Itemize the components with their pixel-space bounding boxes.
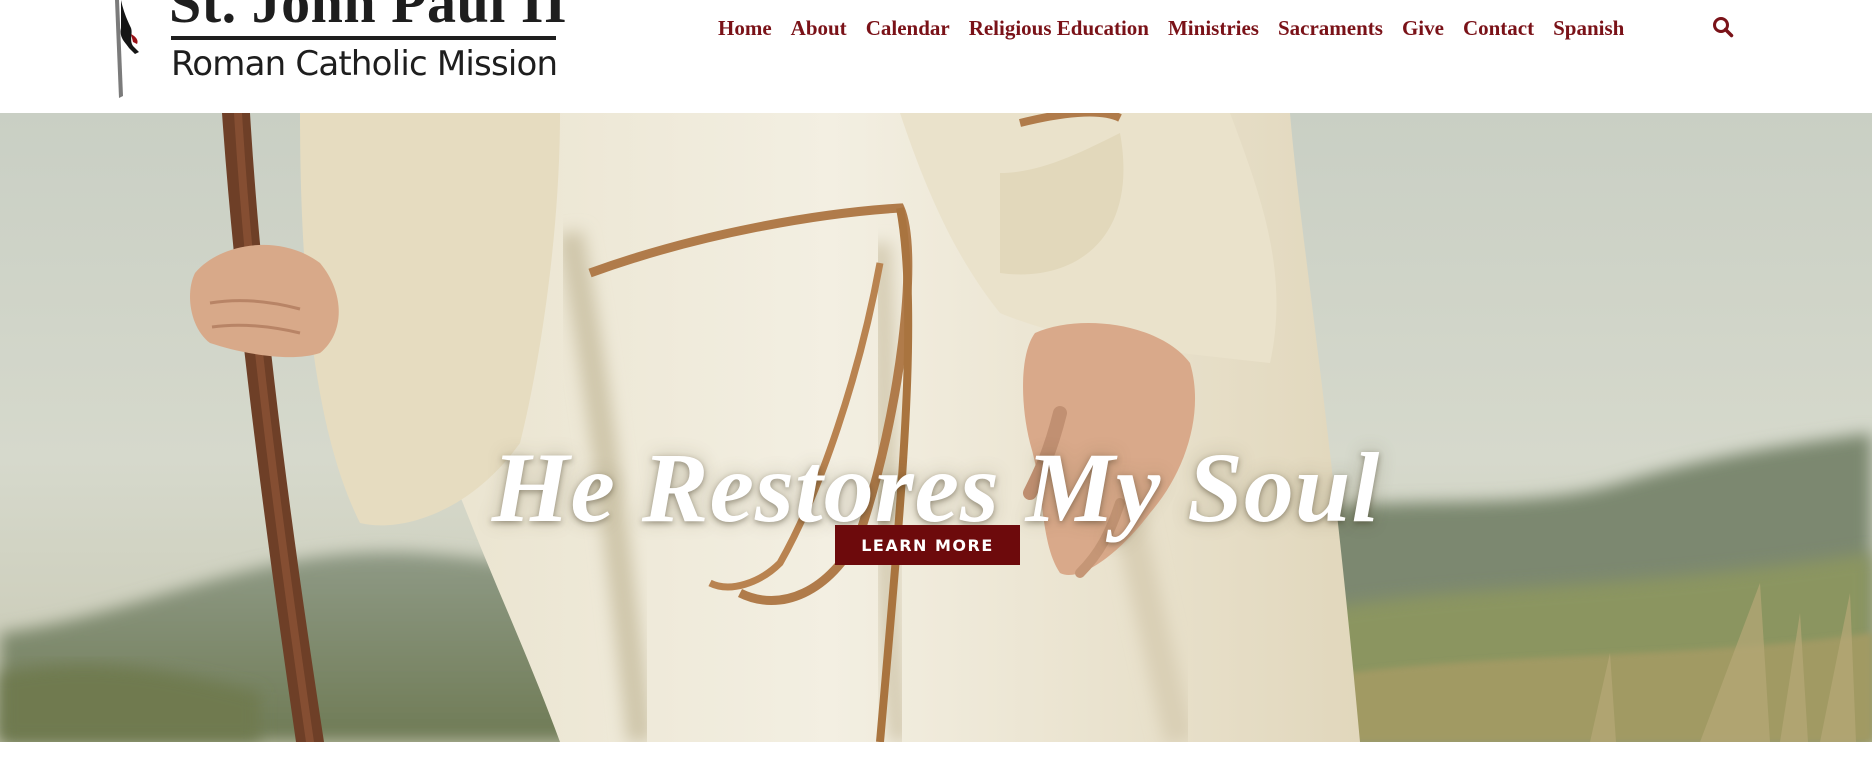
logo-divider (171, 36, 556, 40)
site-logo[interactable]: St. John Paul II Roman Catholic Mission (105, 0, 568, 105)
nav-sacraments[interactable]: Sacraments (1278, 13, 1383, 43)
nav-calendar[interactable]: Calendar (866, 13, 950, 43)
logo-subtitle: Roman Catholic Mission (171, 44, 558, 84)
nav-contact[interactable]: Contact (1463, 13, 1534, 43)
nav-give[interactable]: Give (1402, 13, 1444, 43)
logo-title: St. John Paul II (169, 0, 568, 35)
main-nav: Home About Calendar Religious Education … (718, 13, 1643, 43)
search-icon[interactable] (1712, 16, 1734, 38)
nav-home[interactable]: Home (718, 13, 772, 43)
nav-about[interactable]: About (791, 13, 847, 43)
site-header: St. John Paul II Roman Catholic Mission … (0, 0, 1872, 113)
nav-religious-education[interactable]: Religious Education (969, 13, 1149, 43)
hero-banner: He Restores My Soul LEARN MORE (0, 113, 1872, 742)
nav-spanish[interactable]: Spanish (1553, 13, 1624, 43)
crucifix-logo-icon (115, 0, 139, 98)
learn-more-button[interactable]: LEARN MORE (835, 525, 1020, 565)
nav-ministries[interactable]: Ministries (1168, 13, 1259, 43)
hero-image (0, 113, 1872, 742)
